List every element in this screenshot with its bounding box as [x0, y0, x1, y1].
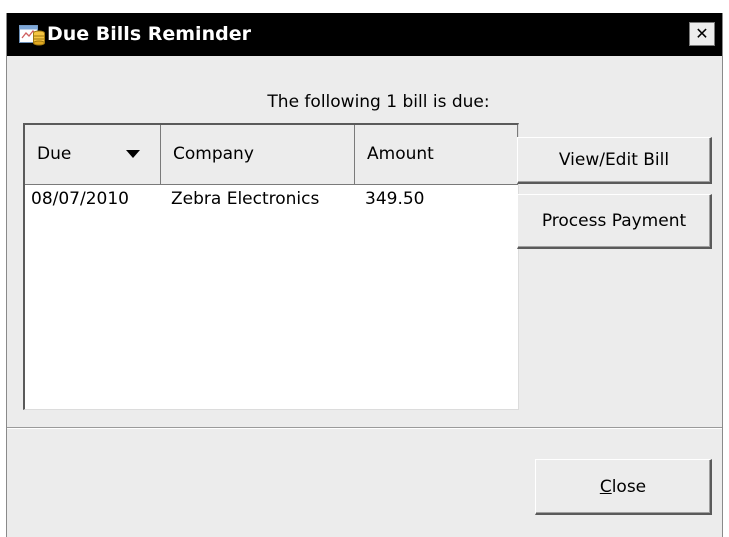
- column-header-company[interactable]: Company: [161, 125, 355, 184]
- close-button-mnemonic: C: [599, 476, 612, 497]
- column-header-amount-label: Amount: [367, 144, 434, 164]
- cell-due-date: 08/07/2010: [31, 189, 129, 209]
- table-row[interactable]: 08/07/2010 Zebra Electronics 349.50: [25, 185, 518, 211]
- sort-descending-icon: [126, 150, 140, 158]
- close-button[interactable]: Close: [535, 459, 712, 515]
- title-bar[interactable]: Due Bills Reminder ✕: [7, 13, 722, 56]
- divider: [7, 427, 722, 429]
- window-title: Due Bills Reminder: [47, 23, 251, 45]
- table-header: Due Company Amount: [25, 125, 518, 185]
- bills-calendar-coins-icon: [19, 24, 45, 46]
- view-edit-bill-button[interactable]: View/Edit Bill: [517, 137, 712, 184]
- column-header-amount[interactable]: Amount: [355, 125, 518, 184]
- due-bills-dialog: Due Bills Reminder ✕ The following 1 bil…: [6, 13, 723, 537]
- close-icon[interactable]: ✕: [689, 22, 715, 46]
- bills-table[interactable]: Due Company Amount 08/07/2010 Zebra Elec…: [23, 123, 519, 410]
- cell-company: Zebra Electronics: [171, 189, 320, 209]
- cell-amount: 349.50: [365, 189, 425, 209]
- column-header-due-label: Due: [37, 144, 72, 164]
- column-header-due[interactable]: Due: [25, 125, 161, 184]
- process-payment-button[interactable]: Process Payment: [517, 194, 712, 249]
- due-message: The following 1 bill is due:: [267, 92, 490, 112]
- close-button-label: lose: [611, 476, 647, 497]
- column-header-company-label: Company: [173, 144, 254, 164]
